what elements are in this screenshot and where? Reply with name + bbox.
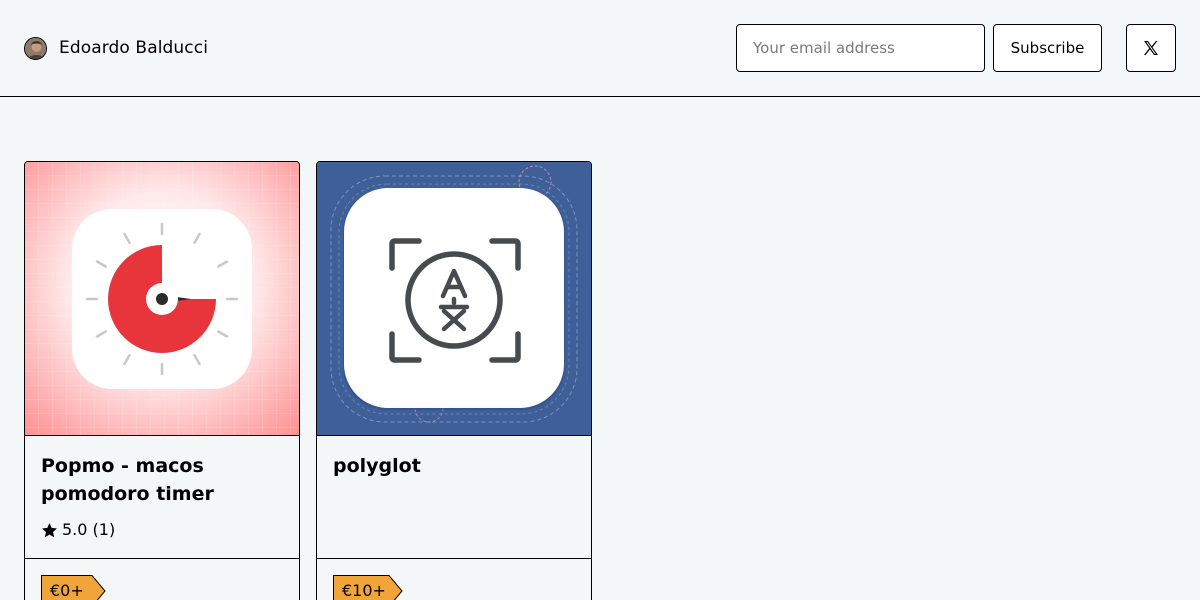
card-footer: €10+: [317, 558, 591, 600]
product-title[interactable]: Popmo - macos pomodoro timer: [41, 452, 281, 508]
product-card[interactable]: Popmo - macos pomodoro timer 5.0 (1) €0+: [24, 161, 300, 600]
site-header: Edoardo Balducci Subscribe: [0, 0, 1200, 97]
profile-name[interactable]: Edoardo Balducci: [59, 36, 208, 60]
product-rating: 5.0 (1): [41, 519, 115, 541]
pomodoro-timer-icon: [25, 162, 299, 435]
x-twitter-icon: [1144, 41, 1158, 55]
email-input[interactable]: [736, 24, 985, 72]
x-profile-link[interactable]: [1126, 24, 1176, 72]
product-thumbnail[interactable]: [25, 162, 299, 436]
product-thumbnail[interactable]: [317, 162, 591, 436]
card-footer: €0+: [25, 558, 299, 600]
subscribe-button[interactable]: Subscribe: [993, 24, 1102, 72]
avatar[interactable]: [24, 37, 47, 60]
product-title[interactable]: polyglot: [333, 452, 573, 480]
product-card[interactable]: polyglot €10+: [316, 161, 592, 600]
star-icon: [42, 522, 57, 537]
price-label: €10+: [342, 581, 386, 600]
price-label: €0+: [50, 581, 84, 600]
rating-value: 5.0 (1): [62, 520, 116, 539]
translate-icon: [317, 162, 591, 435]
